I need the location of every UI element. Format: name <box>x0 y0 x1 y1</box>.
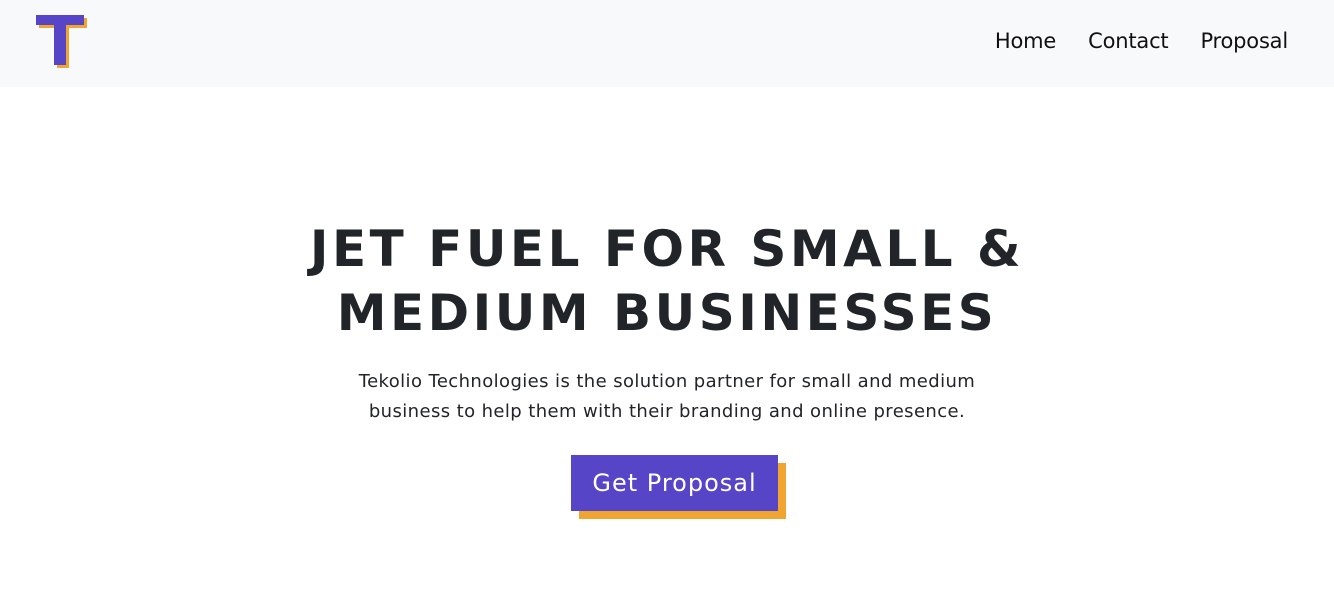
cta-wrapper: Get Proposal <box>571 455 787 519</box>
tekolio-t-logo-icon[interactable] <box>35 14 89 68</box>
hero-title: JET FUEL FOR SMALL & MEDIUM BUSINESSES <box>287 217 1047 345</box>
nav-contact-link[interactable]: Contact <box>1088 29 1169 53</box>
hero-description: Tekolio Technologies is the solution par… <box>358 371 976 422</box>
get-proposal-button[interactable]: Get Proposal <box>571 455 778 511</box>
nav-links: Home Contact Proposal <box>963 0 1288 82</box>
hero-section: JET FUEL FOR SMALL & MEDIUM BUSINESSES T… <box>0 87 1334 427</box>
hero-title-line-1: JET FUEL FOR SMALL & <box>309 220 1025 278</box>
hero-title-line-2: MEDIUM BUSINESSES <box>336 284 998 342</box>
nav-proposal-link[interactable]: Proposal <box>1200 29 1288 53</box>
navbar: Home Contact Proposal <box>0 0 1334 87</box>
nav-home-link[interactable]: Home <box>995 29 1056 53</box>
